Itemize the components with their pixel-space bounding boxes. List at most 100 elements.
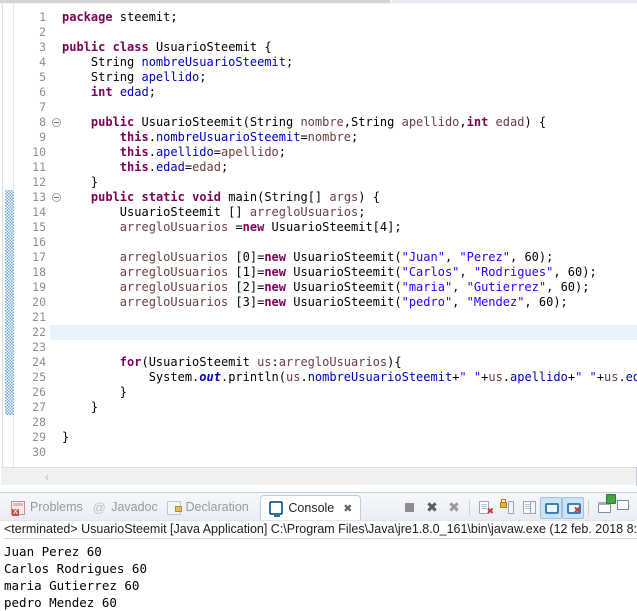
toolbar-separator xyxy=(588,500,589,515)
tab-label: Problems xyxy=(30,500,83,514)
code-token: 2 xyxy=(242,280,250,294)
code-token: } xyxy=(62,385,128,399)
code-token: new xyxy=(264,250,286,264)
tab-problems[interactable]: Problems xyxy=(3,495,91,520)
code-token: . xyxy=(148,145,156,159)
code-token: nombreUsuarioSteemit xyxy=(155,130,301,144)
code-token: apellido xyxy=(220,145,279,159)
code-token: "Gutierrez" xyxy=(466,280,547,294)
code-token: String xyxy=(62,55,142,69)
code-token: ; xyxy=(358,205,366,219)
code-line: arregloUsuarios [1]=new UsuarioSteemit("… xyxy=(62,265,597,280)
code-line: this.apellido=apellido; xyxy=(62,145,286,160)
line-number: 6 xyxy=(39,85,46,99)
line-number: 4 xyxy=(39,55,46,69)
code-token: UsuarioSteemit[ xyxy=(264,220,380,234)
code-token: arregloUsuarios xyxy=(249,205,359,219)
code-token: [ xyxy=(228,295,243,309)
editor-horizontal-scrollbar[interactable]: ‹ xyxy=(1,467,636,485)
scroll-lock-button[interactable] xyxy=(496,497,518,519)
fold-collapse-icon[interactable] xyxy=(52,118,61,127)
pin-console-button[interactable] xyxy=(593,493,616,519)
tab-console[interactable]: Console ✖ xyxy=(260,495,362,520)
remove-launch-button[interactable]: ✖ xyxy=(421,497,443,519)
editor-source-text[interactable]: package steemit; public class UsuarioStee… xyxy=(62,4,637,467)
eclipse-ide-window: 1 2 3 4 5 6 7 8 9 10 11 12 13 14 15 16 17 18 19 20 21 22 23 24 2… xyxy=(0,0,637,611)
code-token: int xyxy=(90,85,113,99)
code-token: + xyxy=(596,370,604,384)
tab-label: Javadoc xyxy=(111,500,158,514)
code-token: ; xyxy=(199,70,207,84)
tab-javadoc[interactable]: @ Javadoc xyxy=(84,495,166,520)
code-token: UsuarioSteemit( xyxy=(286,295,402,309)
editor-tab-left-segment[interactable] xyxy=(0,0,390,3)
code-token: } xyxy=(62,175,99,189)
console-output-line: maria Gutierrez 60 xyxy=(4,578,140,593)
code-token: edad xyxy=(155,160,185,174)
code-token: ); xyxy=(553,295,568,309)
display-selected-console-button[interactable]: ✖ xyxy=(562,496,584,519)
code-token: ]; xyxy=(387,220,402,234)
show-console-button[interactable] xyxy=(540,496,562,519)
code-token: , xyxy=(459,115,467,129)
line-number: 9 xyxy=(39,130,46,144)
code-token: UsuarioSteemit( xyxy=(286,250,402,264)
open-console-button[interactable] xyxy=(615,497,637,519)
code-token: this xyxy=(119,130,149,144)
editor-code-area[interactable]: 1 2 3 4 5 6 7 8 9 10 11 12 13 14 15 16 17 18 19 20 21 22 23 24 2… xyxy=(0,4,637,467)
remove-all-launches-button[interactable]: ✖ xyxy=(443,497,465,519)
problems-icon xyxy=(11,500,25,516)
clear-console-button[interactable]: ✖ xyxy=(474,497,496,519)
code-token: UsuarioSteemit [] xyxy=(62,205,250,219)
word-wrap-button[interactable] xyxy=(518,497,540,519)
code-line: arregloUsuarios [2]=new UsuarioSteemit("… xyxy=(62,280,590,295)
terminate-button[interactable] xyxy=(399,497,421,519)
code-token: new xyxy=(264,280,286,294)
code-token: us xyxy=(286,370,301,384)
tab-declaration[interactable]: Declaration xyxy=(159,495,257,520)
code-token: ; xyxy=(351,130,359,144)
console-output-area[interactable]: <terminated> UsuarioSteemit [Java Applic… xyxy=(0,520,637,611)
code-token: ) { xyxy=(524,115,547,129)
code-token: for xyxy=(119,355,142,369)
code-token: ) { xyxy=(358,190,380,204)
fold-collapse-icon[interactable] xyxy=(52,193,61,202)
code-line: this.edad=edad; xyxy=(62,160,228,175)
code-token: "Perez" xyxy=(459,250,510,264)
code-token: new xyxy=(264,265,286,279)
line-number: 26 xyxy=(32,385,46,399)
code-line: System.out.println(us.nombreUsuarioSteem… xyxy=(62,370,637,385)
code-line: public static void main(String[] args) { xyxy=(62,190,380,205)
code-line: } xyxy=(62,175,98,190)
code-token: 60 xyxy=(538,295,554,309)
console-output-text: Juan Perez 60 Carlos Rodrigues 60 maria Gu… xyxy=(4,543,147,611)
code-token: new xyxy=(264,295,286,309)
line-number: 11 xyxy=(32,160,46,174)
code-token: void xyxy=(192,190,221,204)
code-token: "maria" xyxy=(401,280,453,294)
scroll-left-icon[interactable]: ‹ xyxy=(41,471,53,483)
code-token: , xyxy=(524,295,539,309)
code-token: , xyxy=(546,280,561,294)
code-token: ]= xyxy=(249,295,265,309)
code-token: apellido xyxy=(401,115,460,129)
code-token: , xyxy=(553,265,568,279)
code-token: = xyxy=(300,130,308,144)
console-output-line: Juan Perez 60 xyxy=(4,544,102,559)
close-icon[interactable]: ✖ xyxy=(343,502,352,515)
code-token: package xyxy=(62,10,113,24)
code-token: UsuarioSteemit { xyxy=(148,40,272,54)
code-line: arregloUsuarios =new UsuarioSteemit[4]; xyxy=(62,220,402,235)
editor-tab-right-segment[interactable] xyxy=(392,0,637,3)
tab-label: Declaration xyxy=(185,500,249,514)
console-icon xyxy=(269,501,284,517)
code-token: = xyxy=(184,160,193,174)
line-number: 3 xyxy=(39,40,46,54)
tab-label: Console xyxy=(288,500,335,515)
code-token: UsuarioSteemit( xyxy=(286,265,402,279)
code-token: , xyxy=(509,250,525,264)
